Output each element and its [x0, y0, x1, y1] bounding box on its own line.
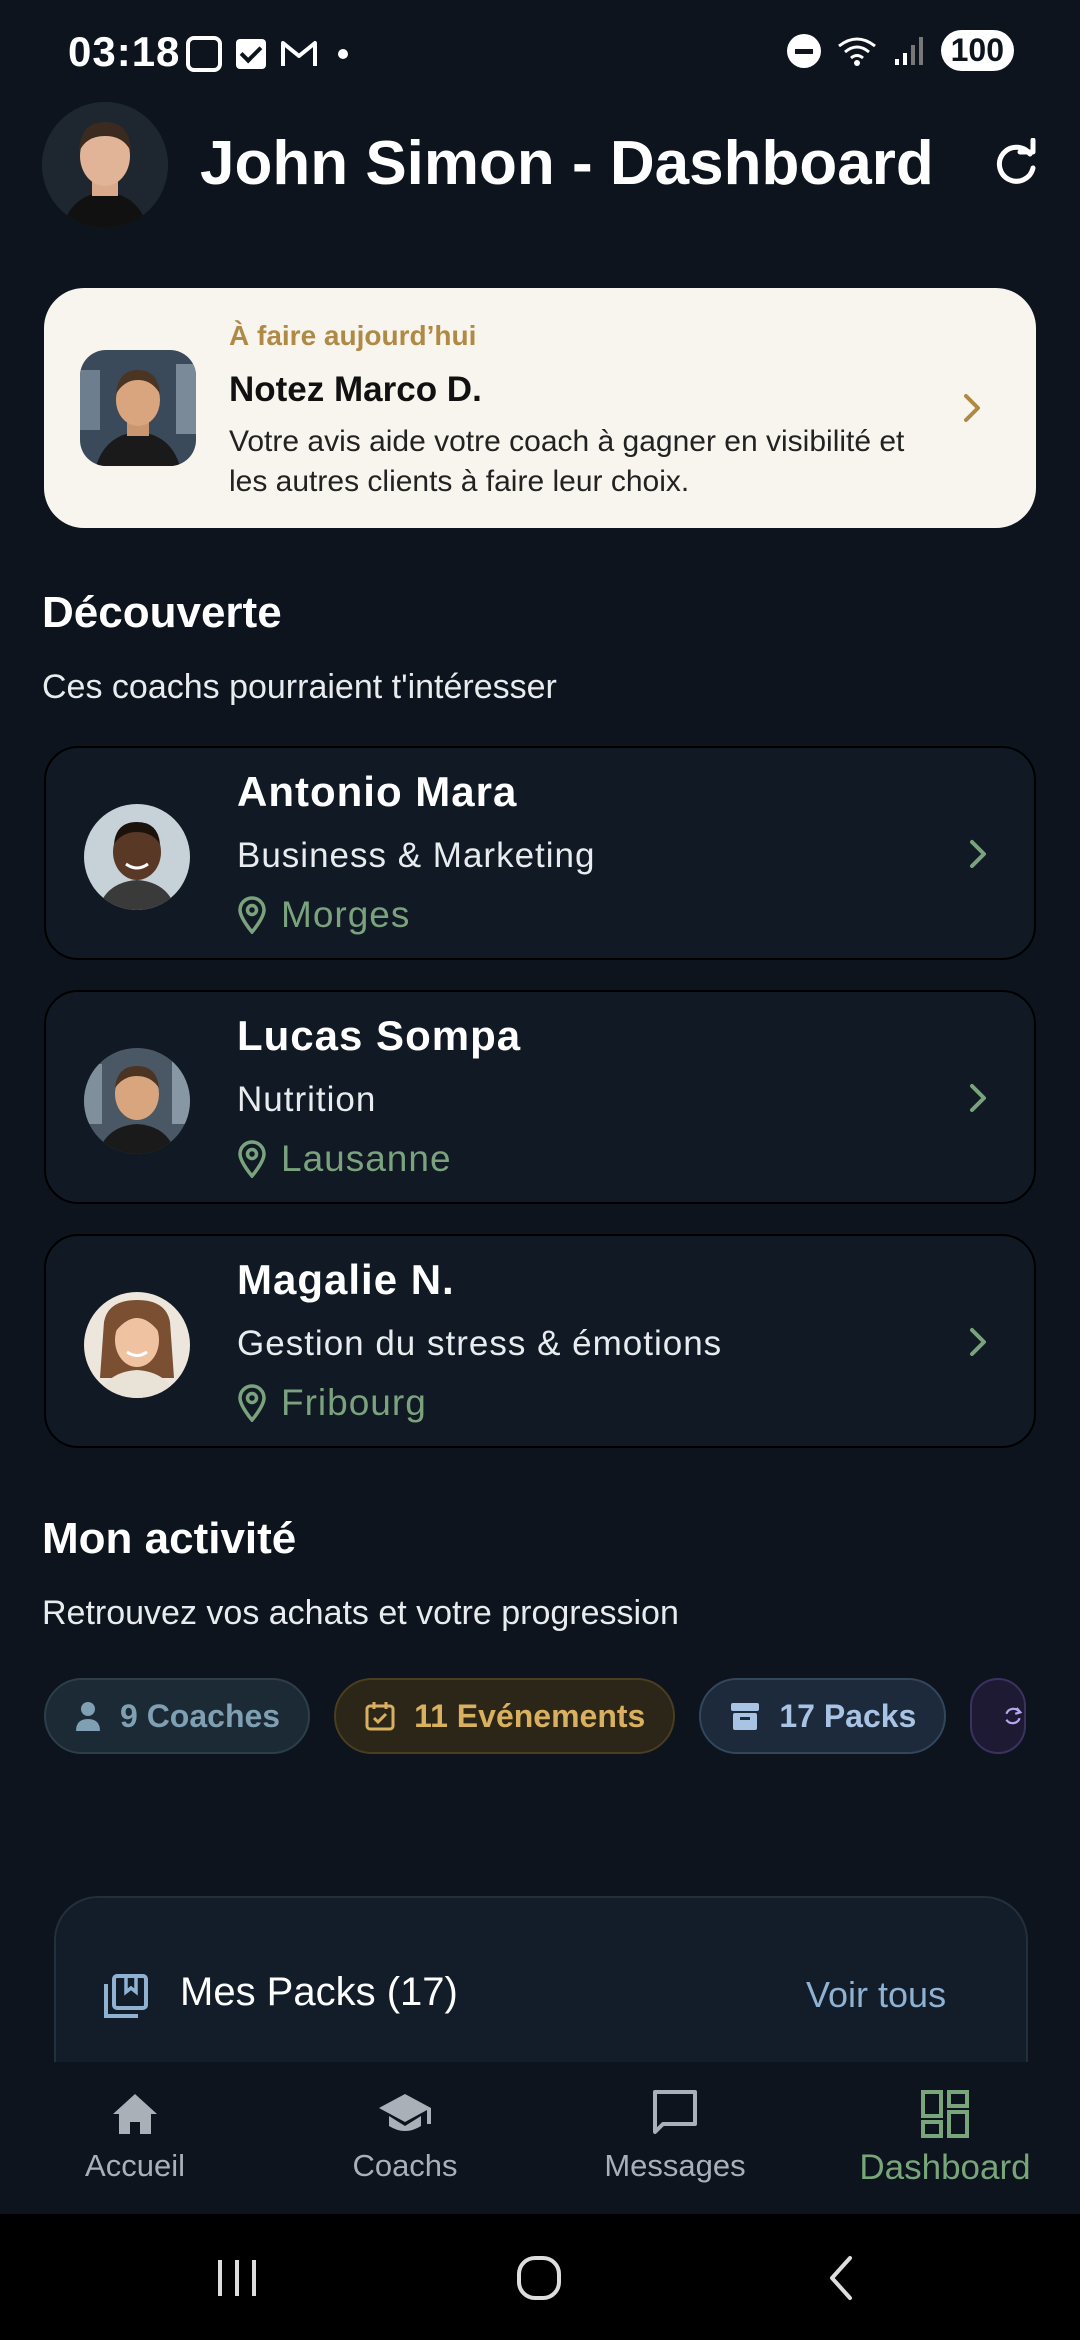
coach-avatar-image: [84, 1292, 190, 1398]
chip-coaches[interactable]: 9 Coaches: [44, 1678, 311, 1754]
todo-kicker: À faire aujourd’hui: [229, 320, 477, 351]
coach-location: Morges: [237, 894, 410, 936]
coach-card[interactable]: Antonio Mara Business & Marketing Morges: [44, 746, 1036, 960]
discover-subtitle: Ces coachs pourraient t'intéresser: [42, 668, 557, 706]
location-pin-icon: [238, 1384, 266, 1422]
nav-label: Messages: [604, 2148, 746, 2183]
status-system-icons: 100: [786, 30, 1014, 71]
coach-name: Lucas Sompa: [237, 1012, 522, 1059]
home-button-icon[interactable]: [512, 2254, 566, 2302]
gmail-icon: [281, 41, 317, 66]
activity-chips: 9 Coaches 11 Evénements 17 Packs: [44, 1678, 1036, 1754]
coach-card[interactable]: Lucas Sompa Nutrition Lausanne: [44, 990, 1036, 1204]
location-pin-icon: [238, 1140, 266, 1178]
chip-packs[interactable]: 17 Packs: [699, 1678, 947, 1754]
see-all-link[interactable]: Voir tous: [806, 1974, 946, 2016]
coach-location: Lausanne: [237, 1138, 452, 1180]
recent-apps-icon[interactable]: [210, 2254, 264, 2302]
nav-label: Dashboard: [859, 2148, 1031, 2187]
coach-avatar-image: [84, 1048, 190, 1154]
coach-location: Fribourg: [237, 1382, 427, 1424]
activity-title: Mon activité: [42, 1514, 297, 1563]
person-icon: [76, 1702, 100, 1731]
library-books-icon: [104, 1974, 148, 2018]
graduation-cap-icon: [379, 2094, 431, 2131]
coach-card[interactable]: Magalie N. Gestion du stress & émotions …: [44, 1234, 1036, 1448]
message-icon: [653, 2090, 697, 2134]
chip-packs-label: 17 Packs: [779, 1697, 917, 1734]
chevron-right-icon: [970, 840, 986, 868]
nav-item-dashboard[interactable]: Dashboard: [810, 2062, 1080, 2214]
chevron-right-icon: [970, 1328, 986, 1356]
coach-avatar: [84, 1048, 190, 1154]
dashboard-icon: [921, 2090, 969, 2138]
status-time: 03:18: [68, 28, 181, 75]
chevron-right-icon: [970, 1084, 986, 1112]
sync-icon: [1005, 1707, 1023, 1725]
do-not-disturb-icon: [786, 33, 821, 68]
rate-coach-card[interactable]: À faire aujourd’hui Notez Marco D. Votre…: [44, 288, 1036, 528]
coach-specialty: Nutrition: [237, 1080, 377, 1119]
wifi-icon: [837, 37, 876, 66]
system-navigation-bar: [0, 2214, 1080, 2340]
battery-indicator: 100: [940, 30, 1014, 71]
coach-location-label: Lausanne: [281, 1138, 452, 1179]
signal-icon: [894, 36, 923, 65]
coach-location-label: Morges: [281, 894, 411, 935]
chip-events-label: 11 Evénements: [414, 1697, 646, 1734]
more-notifications-dot-icon: [338, 49, 348, 59]
coach-specialty: Gestion du stress & émotions: [237, 1324, 723, 1363]
back-icon[interactable]: [816, 2254, 870, 2302]
chip-progress[interactable]: [970, 1678, 1027, 1754]
chip-events[interactable]: 11 Evénements: [334, 1678, 676, 1754]
nav-item-messages[interactable]: Messages: [540, 2062, 810, 2214]
refresh-icon[interactable]: [990, 138, 1042, 190]
coach-avatar-image: [84, 804, 190, 910]
nav-item-coachs[interactable]: Coachs: [270, 2062, 540, 2214]
nav-label: Accueil: [85, 2148, 185, 2183]
screenshot-icon: [186, 36, 222, 72]
coach-photo-image: [80, 350, 196, 466]
checkbox-notification-icon: [236, 39, 266, 69]
chevron-right-icon: [964, 394, 980, 422]
nav-item-accueil[interactable]: Accueil: [0, 2062, 270, 2214]
user-avatar[interactable]: [42, 102, 168, 228]
activity-subtitle: Retrouvez vos achats et votre progressio…: [42, 1594, 679, 1632]
archive-icon: [731, 1703, 760, 1730]
todo-title: Notez Marco D.: [229, 370, 482, 409]
location-pin-icon: [238, 896, 266, 934]
chip-coaches-label: 9 Coaches: [120, 1697, 281, 1734]
packs-title: Mes Packs (17): [180, 1970, 458, 2014]
coach-avatar: [84, 804, 190, 910]
coach-location-label: Fribourg: [281, 1382, 427, 1423]
calendar-icon: [365, 1702, 395, 1731]
todo-description: Votre avis aide votre coach à gagner en …: [229, 425, 905, 498]
coach-name: Magalie N.: [237, 1256, 455, 1303]
user-avatar-image: [42, 102, 168, 228]
home-icon: [113, 2094, 157, 2134]
nav-label: Coachs: [352, 2148, 458, 2183]
status-notification-icons: [186, 36, 348, 72]
coach-specialty: Business & Marketing: [237, 836, 596, 875]
page-title: John Simon - Dashboard: [200, 129, 934, 198]
coach-avatar: [84, 1292, 190, 1398]
discover-title: Découverte: [42, 588, 282, 637]
coach-photo: [80, 350, 196, 466]
bottom-navigation: Accueil Coachs Messages Dashboard: [0, 2062, 1080, 2214]
coach-name: Antonio Mara: [237, 768, 518, 815]
